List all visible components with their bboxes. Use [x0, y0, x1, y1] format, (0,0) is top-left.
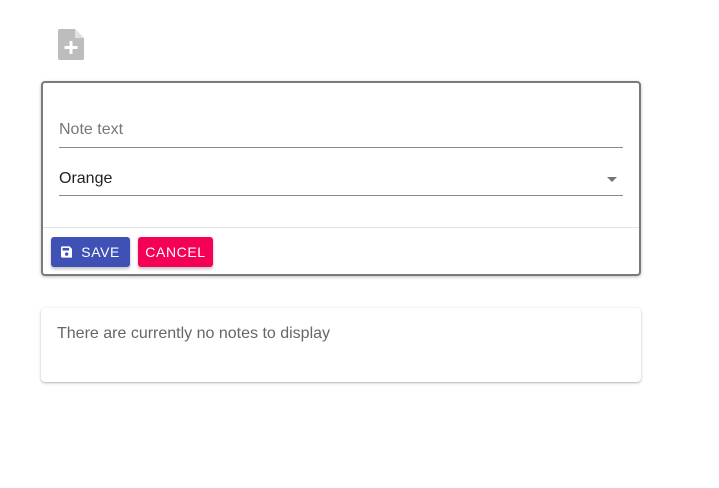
- color-select[interactable]: Orange: [59, 163, 623, 196]
- cancel-button[interactable]: Cancel: [138, 237, 213, 267]
- empty-notes-message: There are currently no notes to display: [57, 325, 331, 342]
- save-button-label: Save: [81, 244, 120, 260]
- note-text-field[interactable]: [59, 113, 623, 148]
- arrow-drop-down-icon: [607, 176, 617, 182]
- form-divider: [43, 227, 639, 228]
- save-icon: [61, 246, 73, 258]
- add-note-button[interactable]: [55, 26, 87, 62]
- cancel-button-label: Cancel: [145, 244, 206, 260]
- color-select-value: Orange: [59, 170, 113, 187]
- note-add-icon: [58, 28, 84, 60]
- note-form: Orange Save Cancel: [41, 81, 641, 276]
- notes-empty-card: There are currently no notes to display: [41, 308, 641, 382]
- notes-page: Orange Save Cancel There are currently n…: [0, 0, 719, 488]
- note-text-input[interactable]: [59, 113, 623, 147]
- save-button[interactable]: Save: [51, 237, 130, 267]
